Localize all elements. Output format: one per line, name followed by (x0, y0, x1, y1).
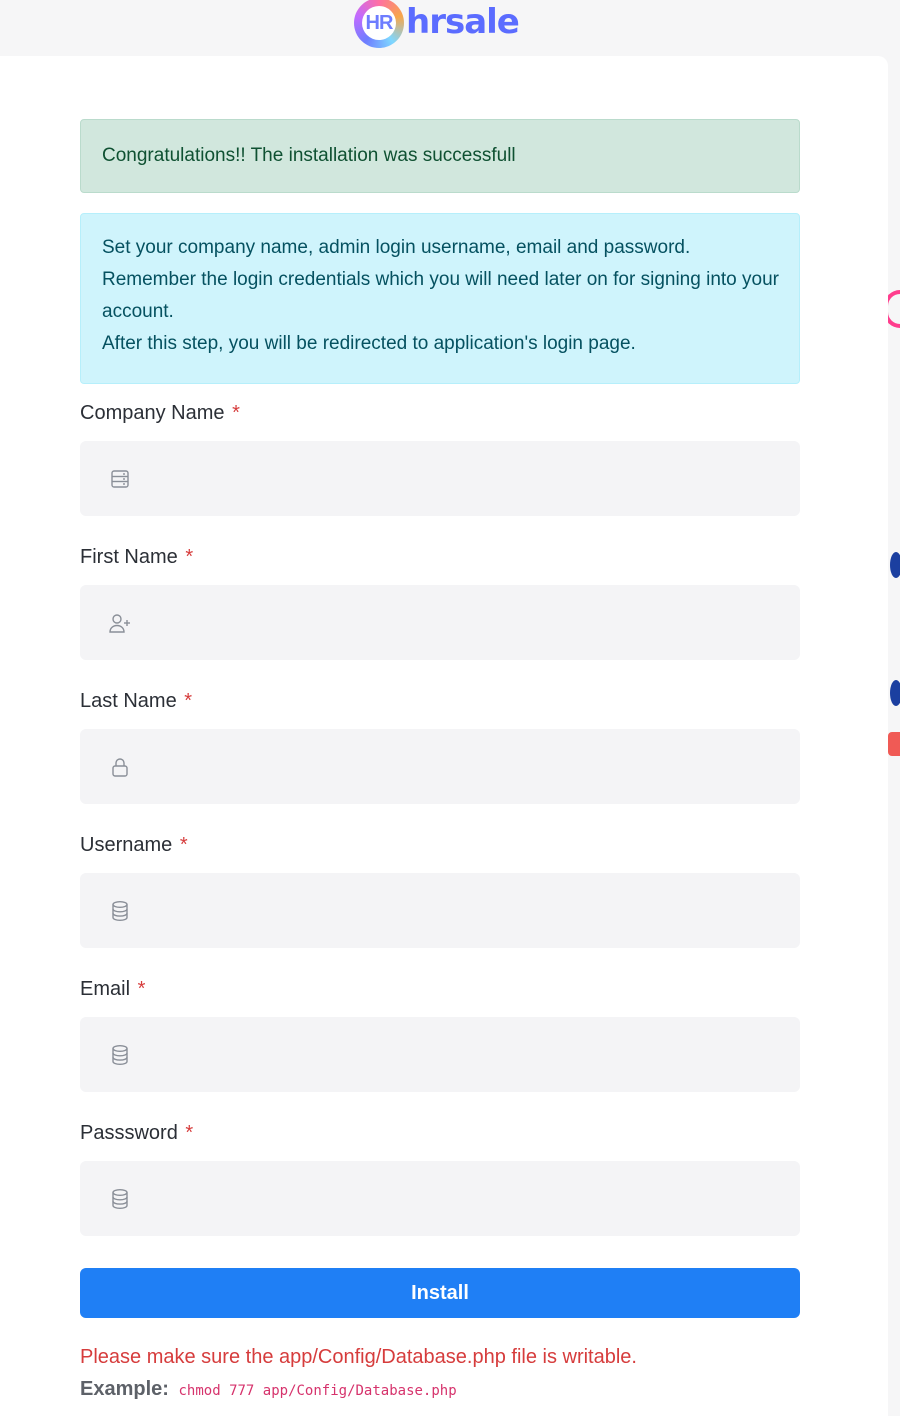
password-input[interactable] (132, 1160, 800, 1237)
required-marker: * (185, 1122, 194, 1144)
first-name-label: First Name * (80, 546, 193, 569)
success-alert-text: Congratulations!! The installation was s… (102, 145, 516, 166)
database-icon (108, 899, 132, 923)
last-name-label-text: Last Name (80, 690, 177, 712)
password-label-text: Passsword (80, 1122, 178, 1144)
info-alert-line: Set your company name, admin login usern… (102, 237, 691, 258)
first-name-input[interactable] (132, 584, 800, 661)
email-input[interactable] (132, 1016, 800, 1093)
decorative-shape (890, 680, 900, 706)
email-label: Email * (80, 978, 145, 1001)
decorative-shape (890, 552, 900, 578)
last-name-input[interactable] (132, 728, 800, 805)
logo-mark-icon: HR (354, 0, 404, 48)
logo-mark-text: HR (362, 6, 396, 40)
email-field[interactable] (80, 1016, 800, 1093)
database-icon (108, 1043, 132, 1067)
info-alert: Set your company name, admin login usern… (80, 213, 800, 384)
required-marker: * (184, 690, 193, 712)
logo-text: hrsale (406, 2, 520, 42)
username-label: Username * (80, 834, 188, 857)
password-field[interactable] (80, 1160, 800, 1237)
company-name-field[interactable] (80, 440, 800, 517)
install-button[interactable]: Install (80, 1268, 800, 1318)
company-name-label: Company Name * (80, 402, 240, 425)
required-marker: * (232, 402, 240, 424)
company-name-input[interactable] (132, 440, 800, 517)
database-icon (108, 1187, 132, 1211)
company-name-label-text: Company Name (80, 402, 225, 424)
last-name-field[interactable] (80, 728, 800, 805)
password-label: Passsword * (80, 1122, 193, 1145)
example-label: Example: (80, 1378, 169, 1400)
info-alert-line: After this step, you will be redirected … (102, 333, 636, 354)
required-marker: * (179, 834, 188, 856)
install-card: Congratulations!! The installation was s… (0, 56, 888, 1416)
email-label-text: Email (80, 978, 131, 1000)
user-plus-icon (108, 611, 132, 635)
username-input[interactable] (132, 872, 800, 949)
install-page: HR hrsale Congratulations!! The installa… (0, 0, 900, 1416)
example-line: Example: chmod 777 app/Config/Database.p… (80, 1378, 457, 1401)
decorative-shape (888, 732, 900, 756)
first-name-label-text: First Name (80, 546, 178, 568)
required-marker: * (137, 978, 146, 1000)
success-alert: Congratulations!! The installation was s… (80, 119, 800, 193)
username-field[interactable] (80, 872, 800, 949)
last-name-label: Last Name * (80, 690, 192, 713)
username-label-text: Username (80, 834, 173, 856)
info-alert-line: Remember the login credentials which you… (102, 269, 779, 322)
lock-icon (108, 755, 132, 779)
example-command: chmod 777 app/Config/Database.php (178, 1383, 457, 1399)
building-icon (108, 467, 132, 491)
brand-logo[interactable]: HR hrsale (354, 0, 520, 50)
first-name-field[interactable] (80, 584, 800, 661)
writable-warning: Please make sure the app/Config/Database… (80, 1346, 637, 1368)
required-marker: * (185, 546, 194, 568)
